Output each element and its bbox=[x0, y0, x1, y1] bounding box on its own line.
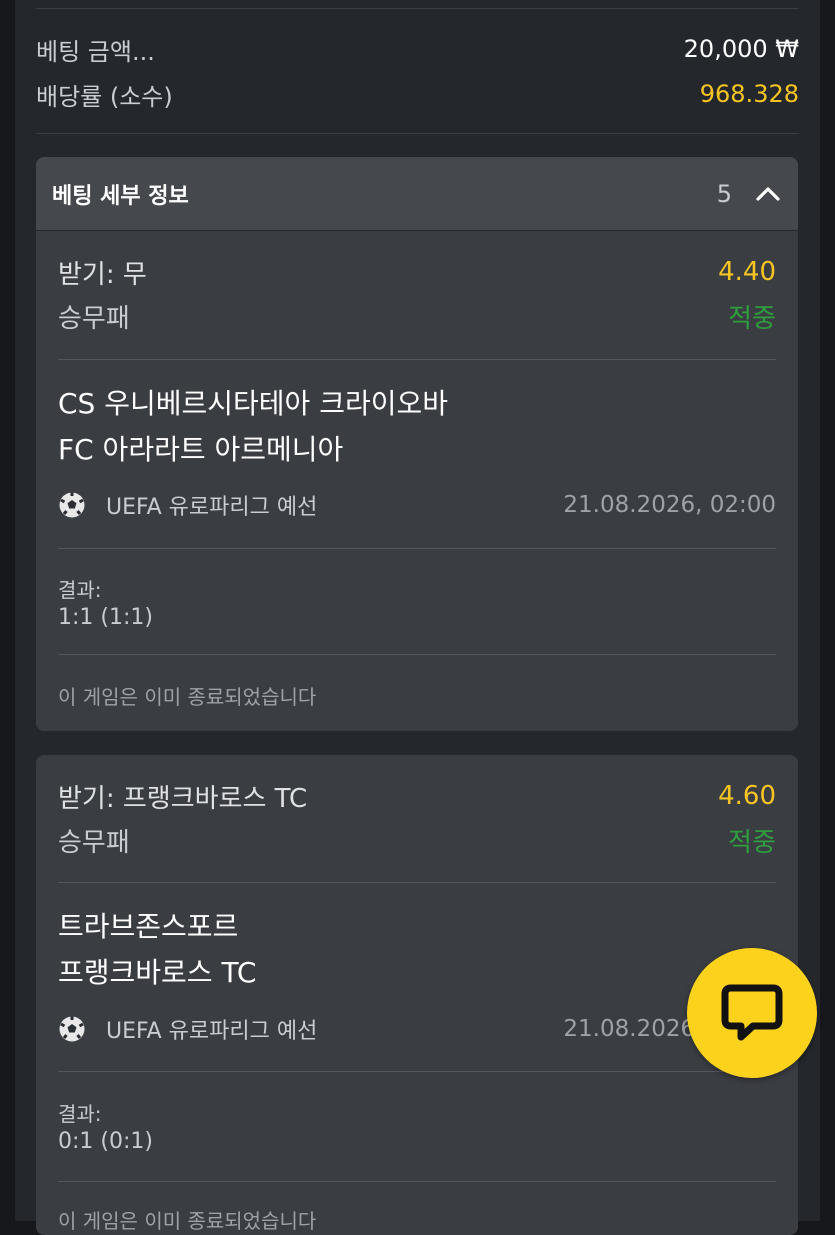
bet-card: 받기: 프랭크바로스 TC 4.60 승무패 적중 트라브존스포르 프랭크바로스… bbox=[36, 755, 798, 1235]
divider bbox=[36, 8, 799, 9]
league-name: UEFA 유로파리그 예선 bbox=[106, 1019, 318, 1044]
market-row: 승무패 적중 bbox=[58, 299, 776, 334]
chat-button[interactable] bbox=[687, 948, 817, 1078]
away-team: 프랭크바로스 TC bbox=[58, 956, 257, 989]
game-ended-note: 이 게임은 이미 종료되었습니다 bbox=[58, 685, 317, 709]
bet-details-title: 베팅 세부 정보 bbox=[52, 183, 189, 209]
pick-label: 받기: 무 bbox=[58, 259, 147, 290]
result-label: 결과: bbox=[58, 578, 102, 602]
divider bbox=[58, 1071, 776, 1072]
odds-row: 배당률 (소수) 968.328 bbox=[36, 78, 799, 111]
status-badge: 적중 bbox=[728, 303, 776, 334]
home-team: CS 우니베르시타테아 크라이오바 bbox=[58, 387, 449, 420]
market-label: 승무패 bbox=[58, 827, 130, 858]
league-info: UEFA 유로파리그 예선 bbox=[58, 489, 317, 521]
league-row: UEFA 유로파리그 예선 21.08.2026, 02:00 bbox=[58, 1012, 776, 1046]
soccer-ball-icon bbox=[59, 1016, 85, 1042]
game-ended-note: 이 게임은 이미 종료되었습니다 bbox=[58, 1209, 317, 1233]
pick-row: 받기: 무 4.40 bbox=[58, 255, 776, 290]
bet-details-toggle[interactable]: 베팅 세부 정보 5 bbox=[36, 157, 798, 230]
pick-odds: 4.60 bbox=[718, 781, 776, 811]
bet-amount-row: 베팅 금액... 20,000 ₩ bbox=[36, 33, 799, 66]
soccer-ball-icon bbox=[59, 492, 85, 518]
pick-row: 받기: 프랭크바로스 TC 4.60 bbox=[58, 779, 776, 814]
divider bbox=[58, 359, 776, 360]
bet-amount-label: 베팅 금액... bbox=[36, 37, 155, 66]
odds-label: 배당률 (소수) bbox=[36, 82, 173, 111]
divider bbox=[58, 882, 776, 883]
league-info: UEFA 유로파리그 예선 bbox=[58, 1013, 317, 1045]
league-name: UEFA 유로파리그 예선 bbox=[106, 495, 318, 520]
bet-count: 5 bbox=[716, 179, 732, 208]
divider bbox=[58, 548, 776, 549]
market-row: 승무패 적중 bbox=[58, 823, 776, 858]
league-row: UEFA 유로파리그 예선 21.08.2026, 02:00 bbox=[58, 488, 776, 522]
result-score: 1:1 (1:1) bbox=[58, 605, 153, 630]
chat-bubble-icon bbox=[721, 984, 783, 1041]
home-team: 트라브존스포르 bbox=[58, 910, 239, 943]
bet-amount-value: 20,000 ₩ bbox=[683, 35, 799, 63]
divider bbox=[58, 1181, 776, 1182]
market-label: 승무패 bbox=[58, 303, 130, 334]
away-team: FC 아라라트 아르메니아 bbox=[58, 433, 344, 466]
divider bbox=[36, 133, 799, 134]
total-odds-value: 968.328 bbox=[699, 80, 799, 108]
result-score: 0:1 (0:1) bbox=[58, 1129, 153, 1154]
divider bbox=[58, 654, 776, 655]
match-datetime: 21.08.2026, 02:00 bbox=[563, 492, 776, 518]
pick-label: 받기: 프랭크바로스 TC bbox=[58, 783, 308, 814]
bet-card: 받기: 무 4.40 승무패 적중 CS 우니베르시타테아 크라이오바 FC 아… bbox=[36, 231, 798, 731]
chevron-up-icon[interactable] bbox=[754, 180, 782, 208]
bet-details-meta: 5 bbox=[717, 180, 782, 208]
result-label: 결과: bbox=[58, 1102, 102, 1126]
status-badge: 적중 bbox=[728, 827, 776, 858]
pick-odds: 4.40 bbox=[718, 257, 776, 287]
